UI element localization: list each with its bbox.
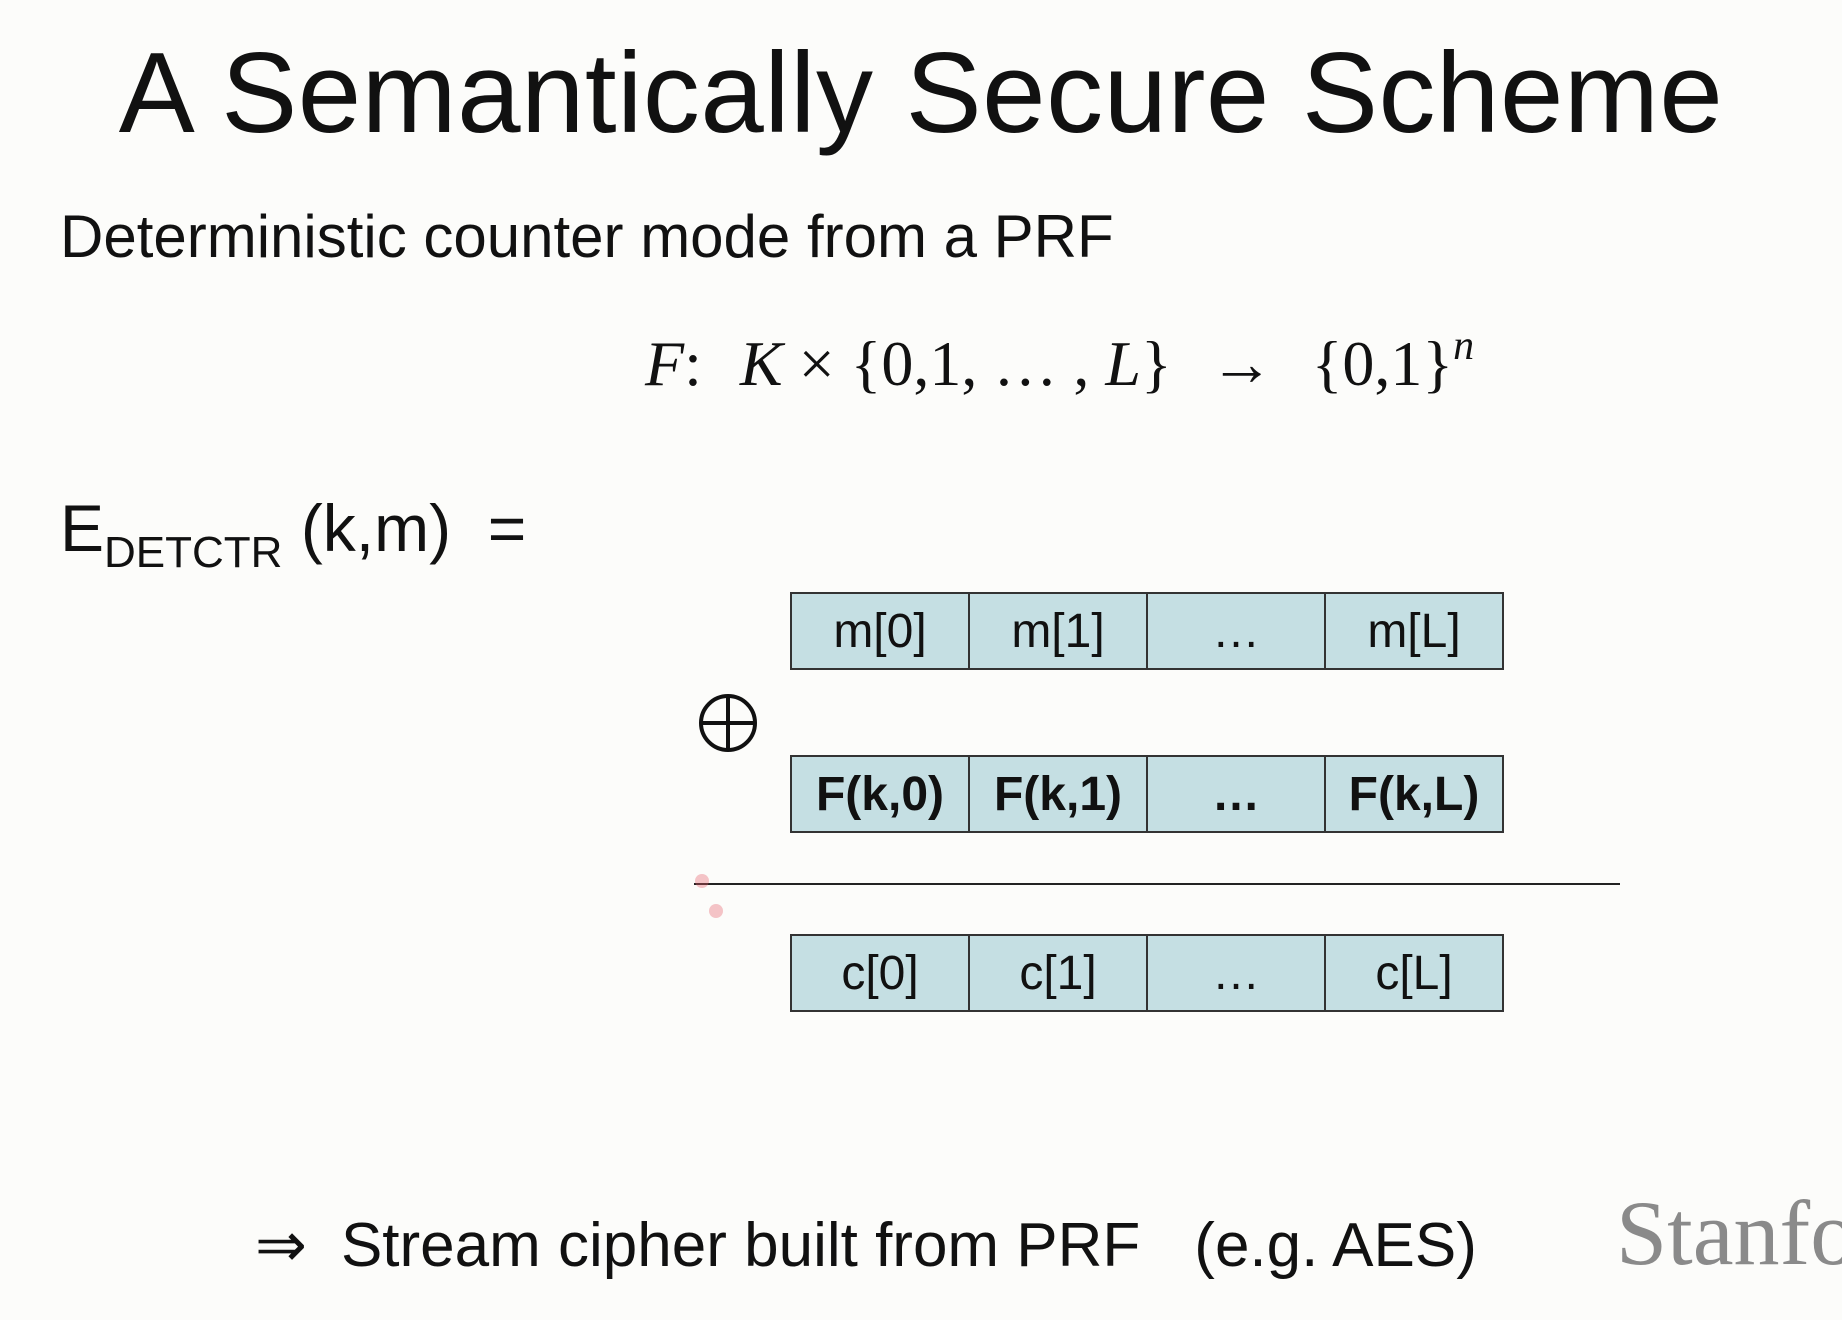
formula-times: × — [798, 328, 835, 399]
formula-colon: : — [684, 328, 702, 399]
prf-block-row: F(k,0) F(k,1) … F(k,L) — [790, 755, 1504, 833]
conclusion-example: (e.g. AES) — [1194, 1211, 1477, 1280]
formula-arrow: → — [1209, 328, 1274, 399]
slide-subtitle: Deterministic counter mode from a PRF — [60, 203, 1114, 270]
implies-arrow: ⇒ — [255, 1211, 307, 1280]
enc-e: E — [60, 491, 105, 565]
cipher-block: c[L] — [1375, 946, 1453, 1000]
cipher-block: c[1] — [970, 936, 1148, 1010]
prf-block: F(k,1) — [970, 757, 1148, 831]
prf-block: F(k,0) — [792, 757, 970, 831]
cipher-block: c[0] — [792, 936, 970, 1010]
encryption-definition: EDETCTR (k,m) = — [60, 490, 527, 577]
prf-block: … — [1148, 757, 1326, 831]
formula-k: K — [739, 328, 783, 399]
message-block: m[0] — [792, 594, 970, 668]
enc-equals: = — [487, 491, 527, 565]
message-block: m[1] — [970, 594, 1148, 668]
pointer-dot — [709, 904, 723, 918]
prf-definition: F: K × {0,1, … , L} → {0,1}n — [645, 322, 1474, 401]
formula-domain-l: L — [1105, 328, 1141, 399]
xor-symbol-graphic — [699, 694, 757, 752]
cipher-block-row: c[0] c[1] … c[L] — [790, 934, 1504, 1012]
conclusion-line: ⇒ Stream cipher built from PRF (e.g. AES) — [255, 1208, 1477, 1281]
enc-args: (k,m) — [300, 491, 452, 565]
xor-icon — [697, 692, 759, 759]
slide-title: A Semantically Secure Scheme — [118, 30, 1724, 157]
prf-block: F(k,L) — [1348, 767, 1480, 821]
cipher-block: … — [1148, 936, 1326, 1010]
formula-range: {0,1} — [1311, 328, 1454, 399]
pointer-dot — [695, 874, 709, 888]
sum-divider-line — [694, 883, 1620, 885]
formula-f: F — [645, 328, 685, 399]
formula-domain-open: {0,1, … , — [850, 328, 1106, 399]
message-block: m[L] — [1367, 604, 1461, 658]
stanford-logo: Stanfo — [1616, 1182, 1842, 1284]
formula-domain-close: } — [1140, 328, 1172, 399]
formula-exponent: n — [1453, 323, 1475, 369]
message-block: … — [1148, 594, 1326, 668]
message-block-row: m[0] m[1] … m[L] — [790, 592, 1504, 670]
conclusion-text: Stream cipher built from PRF — [340, 1211, 1141, 1280]
enc-subscript: DETCTR — [104, 528, 283, 577]
